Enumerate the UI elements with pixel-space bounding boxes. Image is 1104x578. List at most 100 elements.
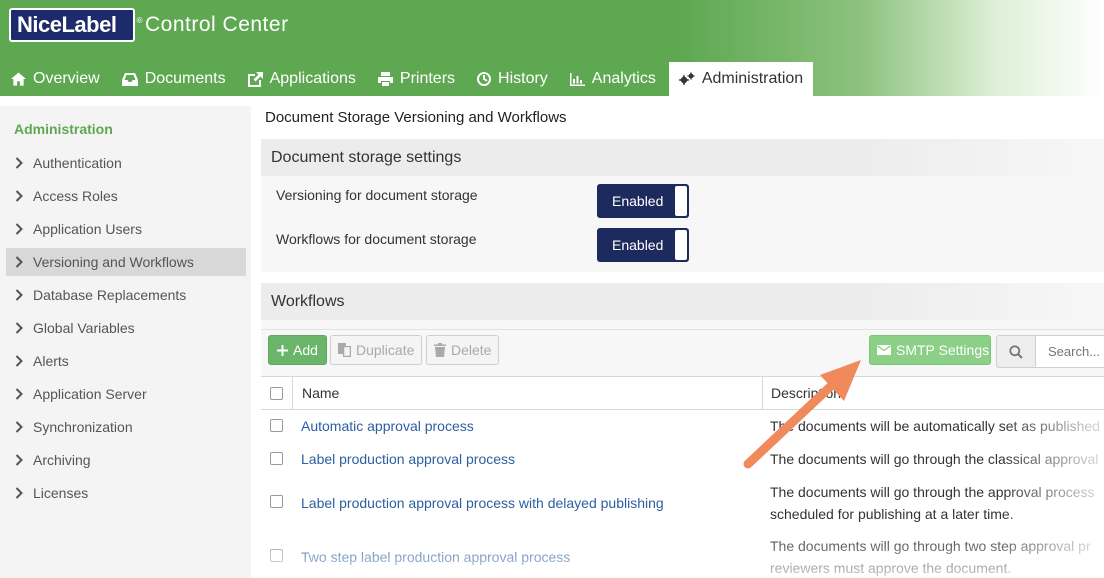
search-input[interactable]: [1035, 335, 1104, 368]
row-checkbox[interactable]: [270, 419, 283, 432]
workflow-description: The documents will be automatically set …: [770, 418, 1100, 434]
workflows-heading-spacer: [261, 320, 1104, 329]
sidebar-item-application-users[interactable]: Application Users: [6, 215, 246, 243]
bar-chart-icon: [569, 72, 585, 86]
tab-overview-label: Overview: [33, 70, 100, 87]
chevron-right-icon: [15, 388, 23, 400]
delete-workflow-button[interactable]: Delete: [426, 335, 499, 365]
workflow-name-link[interactable]: Two step label production approval proce…: [301, 549, 570, 565]
duplicate-workflow-button[interactable]: Duplicate: [330, 335, 422, 365]
sidebar-item-label: Application Server: [33, 386, 147, 402]
plus-icon: [277, 344, 288, 356]
sidebar-item-synchronization[interactable]: Synchronization: [6, 413, 246, 441]
sidebar-item-application-server[interactable]: Application Server: [6, 380, 246, 408]
sidebar-item-label: Versioning and Workflows: [33, 254, 194, 270]
tab-printers-label: Printers: [399, 70, 456, 87]
chevron-right-icon: [15, 256, 23, 268]
chevron-right-icon: [15, 190, 23, 202]
tab-documents[interactable]: Documents: [111, 62, 237, 96]
workflow-description: The documents will go through two step a…: [770, 538, 1091, 554]
row-checkbox[interactable]: [270, 495, 283, 508]
sidebar-item-authentication[interactable]: Authentication: [6, 149, 246, 177]
versioning-setting-label: Versioning for document storage: [276, 187, 478, 203]
row-checkbox[interactable]: [270, 452, 283, 465]
toggle-knob: [675, 230, 687, 260]
tab-applications[interactable]: Applications: [237, 62, 367, 96]
select-all-checkbox[interactable]: [270, 387, 283, 400]
toggle-knob: [675, 186, 687, 216]
tab-analytics-label: Analytics: [591, 70, 656, 87]
column-divider: [762, 376, 763, 410]
chevron-right-icon: [15, 487, 23, 499]
workflow-name-link[interactable]: Label production approval process with d…: [301, 495, 664, 511]
sidebar-item-label: Licenses: [33, 485, 89, 501]
workflows-setting-label: Workflows for document storage: [276, 231, 477, 247]
workflow-description-line2: scheduled for publishing at a later time…: [770, 506, 1014, 522]
chevron-right-icon: [15, 454, 23, 466]
tab-documents-label: Documents: [144, 70, 226, 87]
sidebar-item-global-variables[interactable]: Global Variables: [6, 314, 246, 342]
printer-icon: [377, 72, 393, 86]
chevron-right-icon: [15, 289, 23, 301]
tab-history[interactable]: History: [466, 62, 559, 96]
app-title: Control Center: [145, 13, 289, 36]
sidebar-item-access-roles[interactable]: Access Roles: [6, 182, 246, 210]
tab-administration-label: Administration: [701, 70, 804, 87]
workflows-toggle-state: Enabled: [612, 237, 664, 253]
search-icon: [1009, 344, 1023, 359]
sidebar-item-alerts[interactable]: Alerts: [6, 347, 246, 375]
sidebar-item-label: Global Variables: [33, 320, 135, 336]
workflow-description: The documents will go through the classi…: [770, 451, 1099, 467]
sidebar-item-label: Synchronization: [33, 419, 133, 435]
chevron-right-icon: [15, 223, 23, 235]
sidebar-item-versioning-workflows[interactable]: Versioning and Workflows: [6, 248, 246, 276]
workflows-heading: Workflows: [261, 283, 1104, 320]
chevron-right-icon: [15, 421, 23, 433]
sidebar-item-licenses[interactable]: Licenses: [6, 479, 246, 507]
add-workflow-button[interactable]: Add: [268, 335, 327, 365]
sidebar-item-label: Application Users: [33, 221, 142, 237]
chevron-right-icon: [15, 157, 23, 169]
column-divider: [292, 376, 293, 410]
workflow-name-link[interactable]: Label production approval process: [301, 451, 515, 467]
page-title: Document Storage Versioning and Workflow…: [265, 109, 567, 126]
sidebar-item-label: Archiving: [33, 452, 91, 468]
workflow-name-link[interactable]: Automatic approval process: [301, 418, 474, 434]
row-checkbox[interactable]: [270, 549, 283, 562]
sidebar-item-archiving[interactable]: Archiving: [6, 446, 246, 474]
workflows-toggle[interactable]: Enabled: [597, 228, 689, 262]
delete-button-label: Delete: [451, 342, 492, 358]
trash-icon: [434, 343, 446, 357]
column-header-description[interactable]: Description: [771, 385, 841, 401]
add-button-label: Add: [293, 342, 318, 358]
versioning-toggle[interactable]: Enabled: [597, 184, 689, 218]
tab-printers[interactable]: Printers: [367, 62, 466, 96]
duplicate-button-label: Duplicate: [356, 342, 415, 358]
home-icon: [11, 72, 26, 86]
workflow-description-line2: reviewers must approve the document.: [770, 560, 1012, 576]
external-edit-icon: [247, 71, 263, 87]
sidebar-title: Administration: [14, 121, 113, 137]
tab-administration[interactable]: Administration: [668, 62, 814, 96]
chevron-right-icon: [15, 322, 23, 334]
tab-analytics[interactable]: Analytics: [559, 62, 667, 96]
clock-icon: [477, 72, 492, 86]
logo-text: NiceLabel: [17, 12, 117, 37]
smtp-settings-button[interactable]: SMTP Settings: [869, 335, 991, 365]
smtp-button-label: SMTP Settings: [896, 342, 990, 358]
column-header-name[interactable]: Name: [302, 385, 339, 401]
gears-icon: [679, 72, 695, 85]
search-button[interactable]: [996, 335, 1036, 368]
storage-settings-heading: Document storage settings: [261, 139, 1104, 176]
main-nav-tabs: Overview Documents Applications Printers…: [0, 62, 814, 96]
tab-history-label: History: [498, 70, 548, 87]
workflow-description: The documents will go through the approv…: [770, 484, 1095, 500]
table-header: [261, 376, 1104, 410]
chevron-right-icon: [15, 355, 23, 367]
sidebar-item-label: Alerts: [33, 353, 69, 369]
sidebar-item-database-replacements[interactable]: Database Replacements: [6, 281, 246, 309]
envelope-icon: [877, 345, 891, 355]
sidebar-item-label: Access Roles: [33, 188, 118, 204]
nicelabel-logo[interactable]: NiceLabel ®: [9, 8, 143, 42]
tab-overview[interactable]: Overview: [0, 62, 111, 96]
